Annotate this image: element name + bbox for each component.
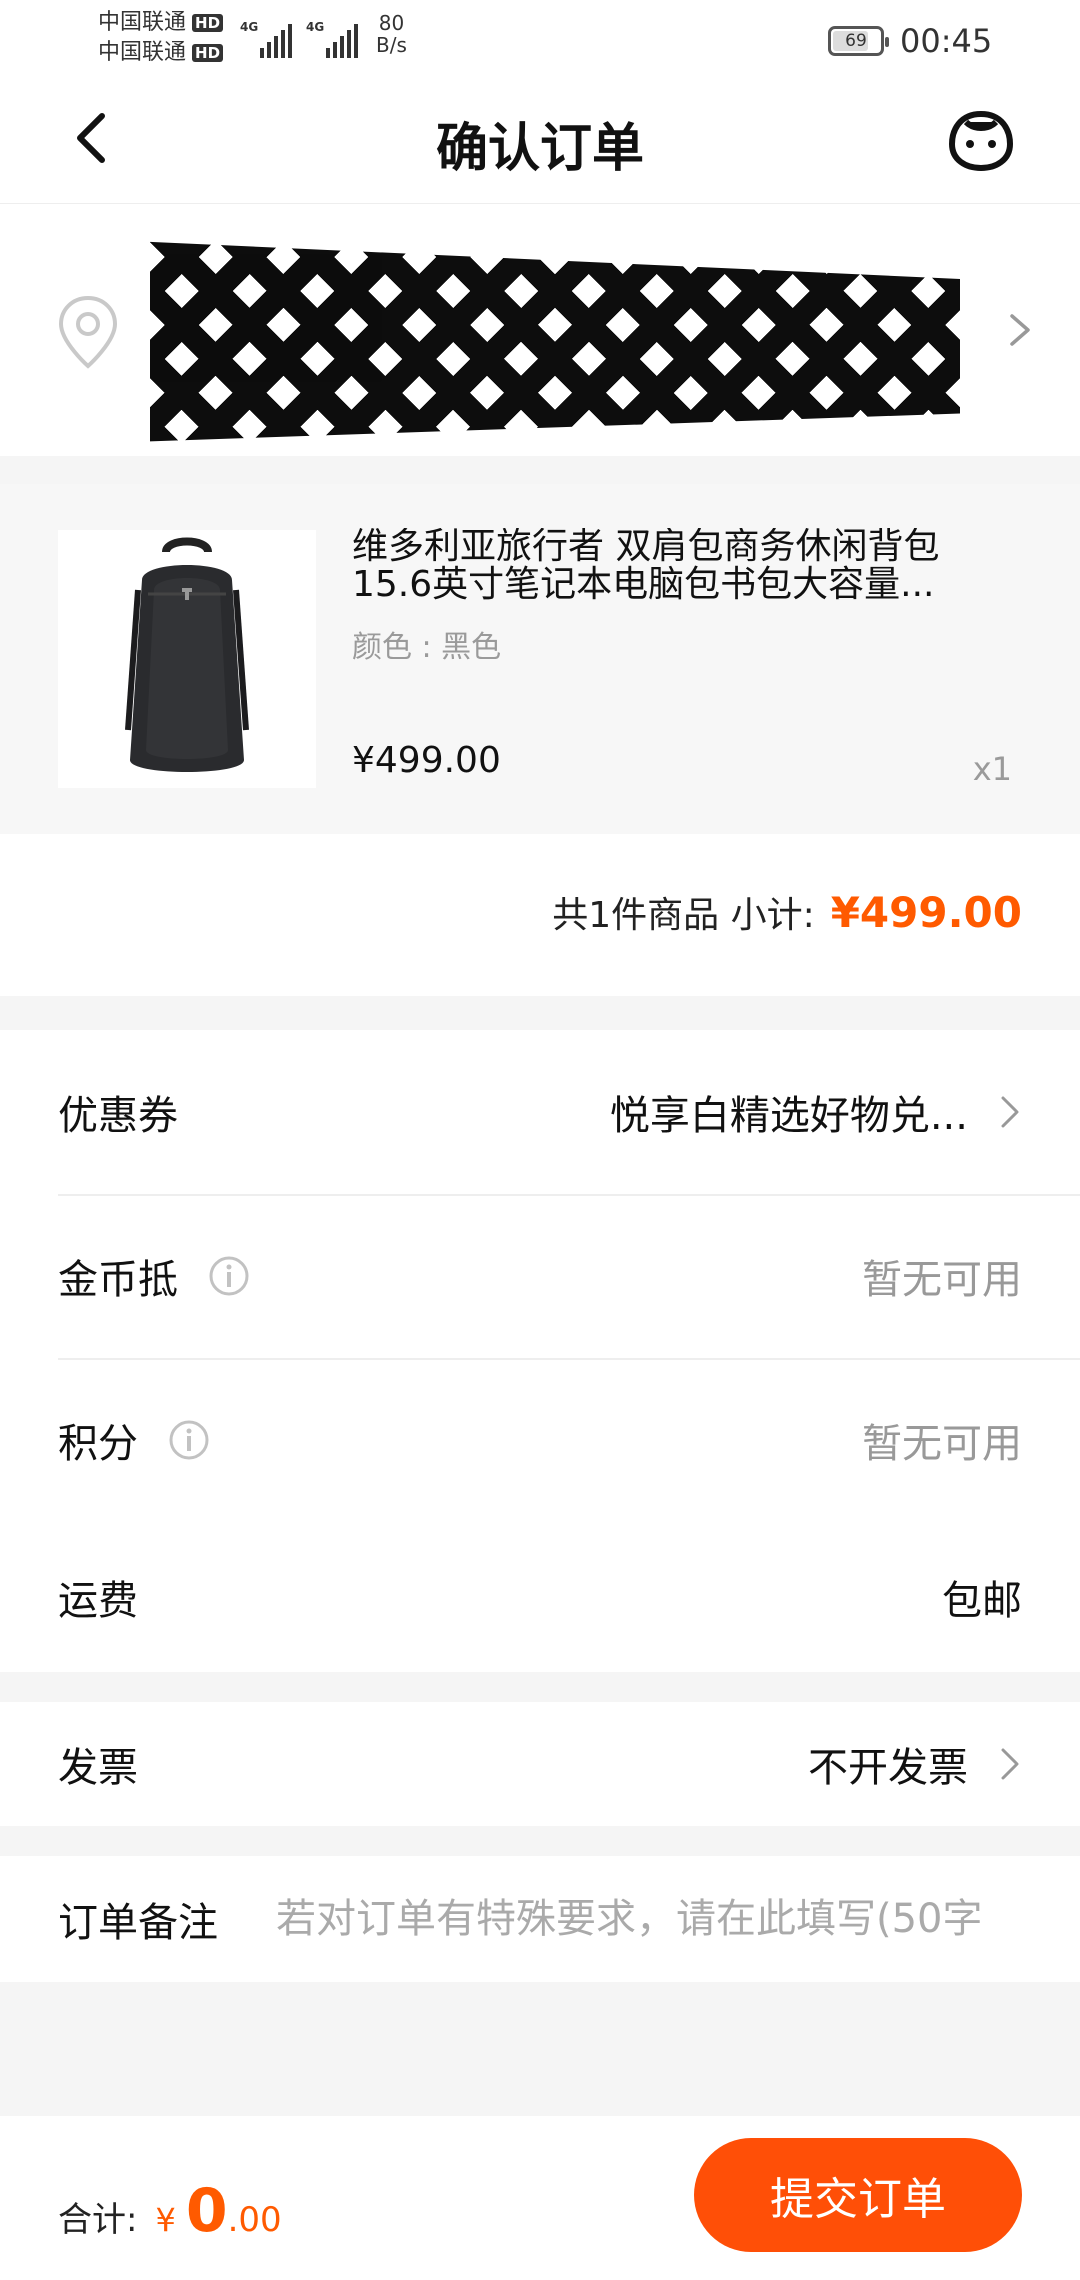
chevron-right-icon	[1010, 314, 1030, 346]
invoice-label: 发票	[58, 1745, 138, 1791]
points-value: 暂无可用	[862, 1421, 1022, 1467]
subtotal-amount: ¥499.00	[830, 888, 1022, 937]
product-image	[58, 530, 316, 788]
battery-icon: 69	[828, 26, 889, 56]
subtotal-row: 共1件商品 小计: ¥499.00	[0, 834, 1080, 996]
total-decimal: .00	[227, 2200, 282, 2240]
info-icon[interactable]	[208, 1255, 250, 1297]
hd-badge: HD	[192, 44, 224, 62]
total-label: 合计:	[58, 2200, 138, 2240]
customer-service-button[interactable]	[946, 108, 1016, 174]
coupon-label: 优惠券	[58, 1093, 178, 1139]
chevron-right-icon	[1001, 1096, 1019, 1128]
location-pin-icon	[58, 295, 118, 369]
invoice-value: 不开发票	[808, 1745, 968, 1791]
robot-face-icon	[948, 110, 1014, 172]
signal-icons: 4G 4G	[240, 18, 358, 58]
address-card[interactable]	[0, 204, 1080, 456]
freight-label: 运费	[58, 1578, 138, 1624]
order-total: 合计: ¥ 0 .00	[58, 2176, 282, 2246]
carrier-1: 中国联通	[98, 10, 187, 35]
signal-icon: 4G	[306, 20, 358, 58]
page-title: 确认订单	[435, 119, 644, 179]
freight-row: 运费 包邮	[0, 1522, 1080, 1672]
redacted-address	[150, 241, 960, 442]
info-icon[interactable]	[168, 1419, 210, 1461]
hd-badge: HD	[192, 14, 224, 32]
remark-row: 订单备注	[0, 1856, 1080, 1982]
total-currency: ¥	[155, 2201, 176, 2239]
points-row[interactable]: 积分 暂无可用	[0, 1358, 1080, 1522]
coupon-row[interactable]: 优惠券 悦享白精选好物兑...	[0, 1030, 1080, 1194]
nav-bar: 确认订单	[0, 80, 1080, 204]
carrier-2: 中国联通	[98, 40, 187, 65]
product-price: ¥499.00	[352, 740, 501, 781]
coupon-value: 悦享白精选好物兑...	[609, 1093, 968, 1139]
total-integer: 0	[185, 2176, 228, 2246]
network-speed: 80 B/s	[376, 11, 407, 57]
coins-value: 暂无可用	[862, 1257, 1022, 1303]
carrier-info: 中国联通 HD 中国联通 HD	[98, 8, 238, 68]
points-label: 积分	[58, 1421, 138, 1467]
freight-value: 包邮	[942, 1578, 1022, 1624]
backpack-image	[125, 537, 249, 772]
invoice-row[interactable]: 发票 不开发票	[0, 1702, 1080, 1826]
submit-order-button[interactable]: 提交订单	[694, 2138, 1022, 2252]
signal-icon: 4G	[240, 20, 292, 58]
subtotal-label: 共1件商品 小计:	[552, 895, 815, 936]
product-title: 维多利亚旅行者 双肩包商务休闲背包15.6英寸笔记本电脑包书包大容量...	[352, 528, 940, 604]
bottom-bar: 合计: ¥ 0 .00 提交订单	[0, 2116, 1080, 2280]
remark-input[interactable]	[276, 1896, 1022, 1942]
coins-label: 金币抵	[58, 1257, 178, 1303]
discount-options: 优惠券 悦享白精选好物兑... 金币抵 暂无可用 积分 暂无可用	[0, 1030, 1080, 1522]
product-card[interactable]: 维多利亚旅行者 双肩包商务休闲背包15.6英寸笔记本电脑包书包大容量... 颜色…	[0, 484, 1080, 834]
product-quantity: x1	[972, 750, 1012, 788]
product-spec: 颜色 : 黑色	[352, 630, 502, 665]
remark-label: 订单备注	[58, 1900, 218, 1946]
clock: 00:45	[900, 22, 993, 60]
coins-row[interactable]: 金币抵 暂无可用	[0, 1194, 1080, 1358]
chevron-right-icon	[1001, 1748, 1019, 1780]
status-bar: 中国联通 HD 中国联通 HD 4G 4G 80 B/s 69 00:45	[0, 0, 1080, 80]
